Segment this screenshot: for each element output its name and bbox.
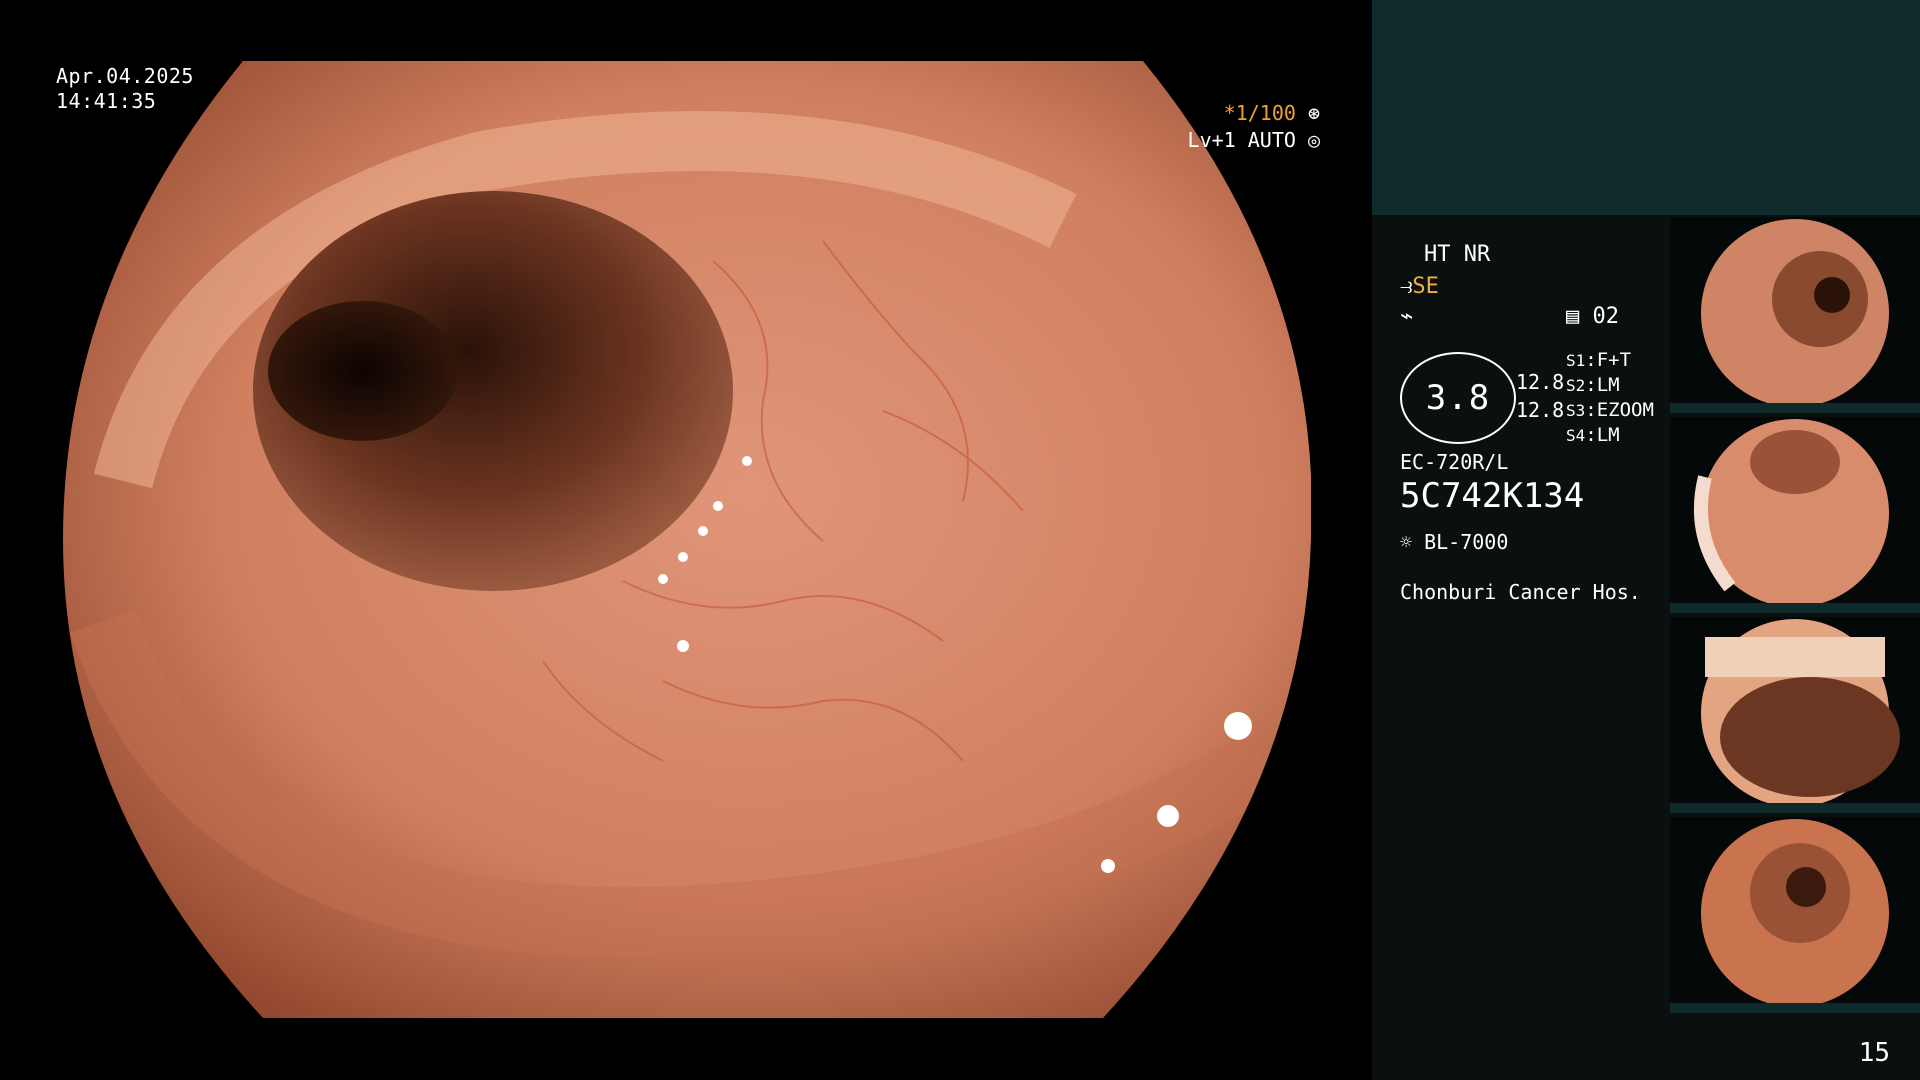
panel-header-band (1372, 0, 1920, 215)
switch-item: S3:EZOOM (1566, 399, 1654, 421)
value-dial: 3.8 (1400, 352, 1516, 444)
thumbnail-caption-bar (1670, 403, 1920, 413)
thumbnail-caption-bar (1670, 803, 1920, 813)
sun-icon: ☼ (1400, 530, 1413, 554)
aperture-icon: ⊛ (1307, 101, 1320, 125)
light-source: BL-7000 (1424, 530, 1509, 554)
ht-nr: HT NR (1424, 242, 1491, 267)
thumbnail-3[interactable] (1670, 617, 1920, 813)
value-a: 12.8 (1516, 370, 1565, 394)
endoscopy-image (63, 61, 1311, 1018)
datetime: Apr.04.2025 14:41:35 (56, 64, 194, 114)
thumbnail-caption-bar (1670, 1003, 1920, 1013)
lightning-icon: ⌁ (1400, 304, 1414, 329)
value-b: 12.8 (1516, 398, 1565, 422)
iris-icon: ◎ (1307, 128, 1320, 152)
switch-item: S1:F+T (1566, 349, 1632, 371)
time-text: 14:41:35 (56, 89, 157, 113)
level-row: Lv+1 AUTO ◎ (1188, 127, 1320, 154)
program-row: ▤ 02 (1566, 304, 1619, 329)
scope-tip-icon: ⥽ (1400, 274, 1413, 299)
se-label: SE (1412, 274, 1439, 299)
page-number: 15 (1858, 1038, 1890, 1068)
date-text: Apr.04.2025 (56, 64, 194, 88)
shutter-speed: *1/100 (1223, 101, 1296, 125)
scope-serial: 5C742K134 (1400, 476, 1585, 516)
thumbnail-4[interactable] (1670, 817, 1920, 1013)
endoscopy-view: Apr.04.2025 14:41:35 *1/100 ⊛ Lv+1 AUTO … (0, 0, 1372, 1080)
program-number: 02 (1592, 304, 1620, 329)
se-row: ⥽SE (1400, 274, 1439, 299)
level-text: Lv+1 AUTO (1187, 128, 1296, 152)
light-row: ☼ BL-7000 (1400, 530, 1508, 554)
scope-model: EC-720R/L (1400, 450, 1509, 474)
switch-item: S2:LM (1566, 374, 1620, 396)
thumbnail-caption-bar (1670, 603, 1920, 613)
hospital-name: Chonburi Cancer Hos. (1400, 580, 1641, 604)
thumbnail-2[interactable] (1670, 417, 1920, 613)
switch-item: S4:LM (1566, 424, 1620, 446)
memory-icon: ▤ (1566, 304, 1580, 329)
camera-settings: *1/100 ⊛ Lv+1 AUTO ◎ (1188, 100, 1320, 154)
switch-list: S1:F+T S2:LM S3:EZOOM S4:LM (1566, 348, 1654, 448)
info-panel: HT NR ⥽SE ⌁ ▤ 02 3.8 12.8 12.8 S1:F+T S2… (1372, 0, 1920, 1080)
dial-value: 3.8 (1425, 378, 1491, 418)
thumbnail-1[interactable] (1670, 217, 1920, 413)
shutter-row: *1/100 ⊛ (1188, 100, 1320, 127)
